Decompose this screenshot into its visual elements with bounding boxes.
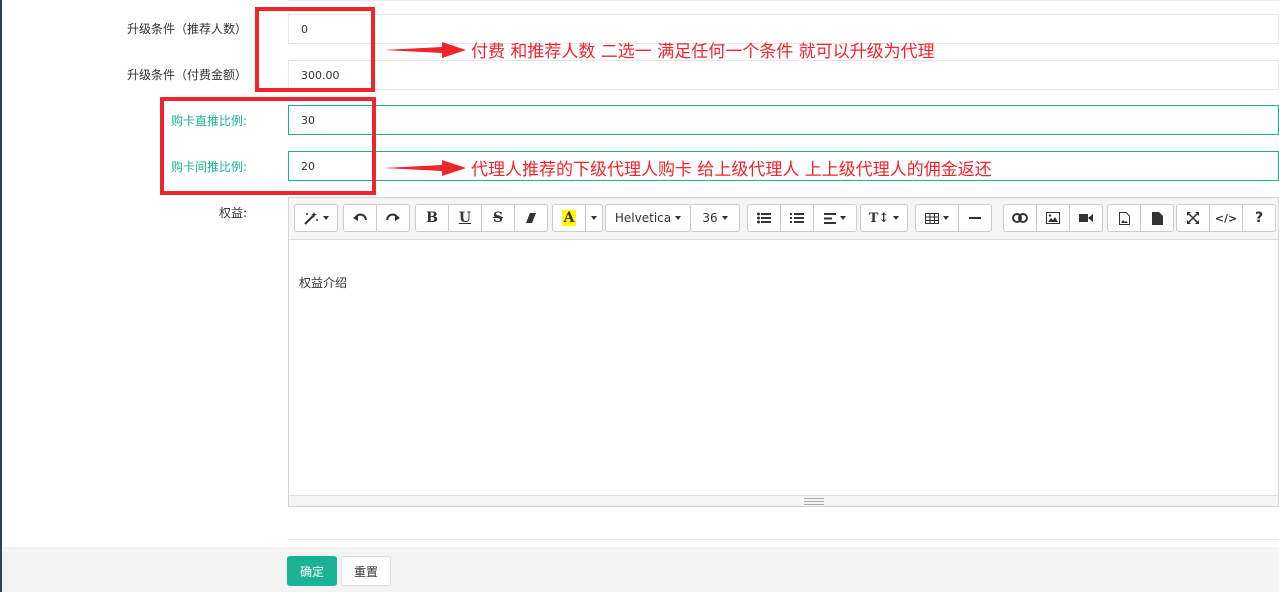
bold-icon: B	[426, 210, 438, 226]
font-size-dropdown[interactable]: 36	[690, 204, 740, 232]
unordered-list-button[interactable]	[747, 204, 781, 232]
annotation-upgrade-note: 付费 和推荐人数 二选一 满足任何一个条件 就可以升级为代理	[471, 42, 935, 62]
paragraph-group	[747, 204, 857, 232]
card-direct-ratio-input[interactable]	[288, 105, 1279, 135]
annotation-arrow-upgrade	[384, 42, 466, 58]
fullscreen-button[interactable]	[1176, 204, 1210, 232]
font-name-value: Helvetica	[614, 211, 672, 225]
caret-down-icon	[591, 216, 597, 220]
color-group: A	[552, 204, 603, 232]
label-benefits: 权益:	[218, 206, 247, 220]
underline-button[interactable]: U	[448, 204, 482, 232]
file-button[interactable]	[1140, 204, 1174, 232]
video-icon	[1079, 214, 1093, 222]
label-upgrade-referrals: 升级条件（推荐人数）	[126, 22, 247, 36]
align-icon	[824, 212, 836, 224]
bold-button[interactable]: B	[415, 204, 449, 232]
table-icon	[925, 212, 939, 224]
strikethrough-icon: S	[492, 210, 504, 226]
align-dropdown[interactable]	[813, 204, 857, 232]
ordered-list-icon	[790, 213, 804, 223]
strikethrough-button[interactable]: S	[481, 204, 515, 232]
redo-icon	[386, 213, 400, 221]
table-dropdown[interactable]	[915, 204, 959, 232]
eraser-icon	[526, 213, 536, 223]
fullscreen-icon	[1187, 212, 1199, 224]
annotation-arrow-commission	[384, 160, 466, 176]
doc-image-icon	[1118, 211, 1130, 225]
history-group	[343, 204, 410, 232]
font-color-icon: A	[561, 210, 577, 226]
video-button[interactable]	[1069, 204, 1103, 232]
font-color-dropdown[interactable]	[585, 204, 603, 232]
upgrade-payment-input[interactable]	[288, 60, 1279, 90]
caret-down-icon	[323, 216, 329, 220]
highlight-box-upgrade	[255, 7, 375, 92]
link-icon	[1012, 213, 1028, 223]
editor-toolbar: B U S A Helvetica 36 T↕ </> ?	[289, 198, 1278, 240]
form-divider	[288, 539, 1279, 540]
font-name-group: Helvetica	[605, 204, 691, 232]
image-icon	[1046, 212, 1060, 224]
style-group	[294, 204, 338, 232]
horizontal-rule-icon	[969, 217, 981, 219]
magic-icon	[304, 212, 318, 225]
ordered-list-button[interactable]	[780, 204, 814, 232]
undo-button[interactable]	[343, 204, 377, 232]
caret-down-icon	[675, 216, 682, 220]
caret-down-icon	[893, 216, 900, 220]
font-color-button[interactable]: A	[552, 204, 586, 232]
doc-image-button[interactable]	[1107, 204, 1141, 232]
undo-icon	[353, 213, 367, 221]
help-button[interactable]: ?	[1242, 204, 1276, 232]
insert-group	[1003, 204, 1103, 232]
code-view-icon: </>	[1214, 211, 1238, 225]
clear-format-button[interactable]	[514, 204, 548, 232]
font-size-group: 36	[690, 204, 740, 232]
top-divider	[288, 0, 1279, 1]
resize-grip-icon	[804, 498, 824, 505]
caret-down-icon	[943, 216, 949, 220]
view-group: </> ?	[1176, 204, 1276, 232]
redo-button[interactable]	[376, 204, 410, 232]
caret-down-icon	[721, 216, 728, 220]
label-upgrade-payment: 升级条件（付费金额）	[126, 68, 247, 82]
caret-down-icon	[840, 216, 846, 220]
sidebar-edge	[0, 0, 2, 592]
image-button[interactable]	[1036, 204, 1070, 232]
font-name-dropdown[interactable]: Helvetica	[605, 204, 691, 232]
editor-resize-bar[interactable]	[289, 495, 1278, 506]
confirm-button[interactable]: 确定	[287, 556, 337, 586]
code-view-button[interactable]: </>	[1209, 204, 1243, 232]
underline-icon: U	[458, 210, 472, 226]
font-size-value: 36	[702, 211, 718, 225]
link-button[interactable]	[1003, 204, 1037, 232]
horizontal-rule-button[interactable]	[958, 204, 992, 232]
height-group: T↕	[860, 204, 908, 232]
highlight-box-commission	[160, 97, 376, 195]
unordered-list-icon	[757, 212, 771, 224]
line-height-icon: T↕	[868, 210, 890, 226]
form-footer	[2, 547, 1279, 592]
style-button[interactable]	[294, 204, 338, 232]
table-group	[915, 204, 992, 232]
file-icon	[1151, 211, 1163, 225]
line-height-dropdown[interactable]: T↕	[860, 204, 908, 232]
editor-content[interactable]: 权益介绍	[299, 274, 347, 291]
help-icon: ?	[1254, 210, 1264, 226]
font-style-group: B U S	[415, 204, 548, 232]
rich-text-editor: B U S A Helvetica 36 T↕ </> ? 权益介绍	[288, 197, 1279, 507]
reset-button[interactable]: 重置	[341, 556, 391, 586]
annotation-commission-note: 代理人推荐的下级代理人购卡 给上级代理人 上上级代理人的佣金返还	[471, 160, 992, 180]
file-group	[1107, 204, 1174, 232]
